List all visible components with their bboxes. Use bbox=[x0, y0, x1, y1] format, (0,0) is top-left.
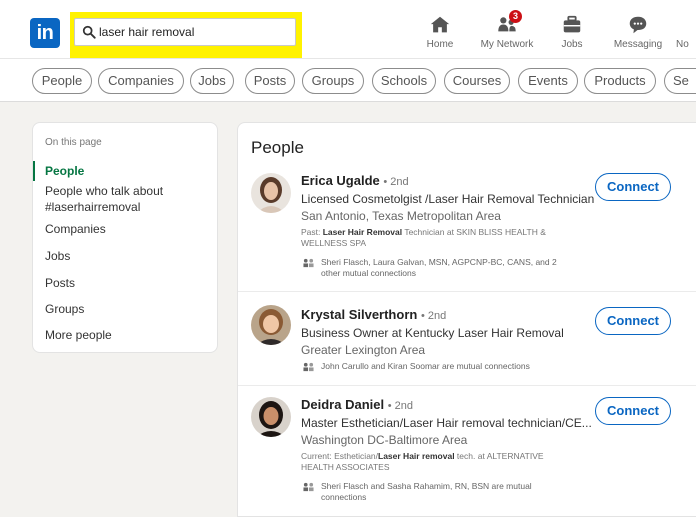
person-location: Washington DC-Baltimore Area bbox=[301, 433, 468, 447]
home-icon bbox=[430, 16, 450, 33]
connect-button[interactable]: Connect bbox=[595, 307, 671, 335]
filter-people[interactable]: People bbox=[32, 68, 92, 94]
network-badge: 3 bbox=[509, 10, 522, 23]
filter-courses[interactable]: Courses bbox=[444, 68, 510, 94]
sidebar-item-people-who-talk[interactable]: People who talk about #laserhairremoval bbox=[45, 183, 205, 215]
nav-home-label: Home bbox=[426, 39, 454, 50]
avatar[interactable] bbox=[251, 305, 291, 345]
person-headline: Business Owner at Kentucky Laser Hair Re… bbox=[301, 326, 564, 340]
connection-degree: • 2nd bbox=[387, 400, 413, 412]
filter-companies[interactable]: Companies bbox=[98, 68, 184, 94]
result-name-line: Krystal Silverthorn • 2nd bbox=[301, 307, 446, 322]
person-location: Greater Lexington Area bbox=[301, 343, 426, 357]
connect-button[interactable]: Connect bbox=[595, 397, 671, 425]
linkedin-logo[interactable]: in bbox=[30, 18, 60, 48]
results-title: People bbox=[251, 138, 304, 157]
connect-button[interactable]: Connect bbox=[595, 173, 671, 201]
nav-jobs[interactable]: Jobs bbox=[556, 14, 588, 54]
mutual-connections[interactable]: Sheri Flasch and Sasha Rahamim, RN, BSN … bbox=[301, 481, 571, 503]
mutual-connections-text: Sheri Flasch, Laura Galvan, MSN, AGPCNP-… bbox=[321, 257, 557, 278]
person-name[interactable]: Krystal Silverthorn bbox=[301, 307, 417, 322]
nav-my-network[interactable]: 3 My Network bbox=[476, 10, 538, 54]
result-item: Krystal Silverthorn • 2nd Business Owner… bbox=[238, 305, 696, 385]
person-headline: Master Esthetician/Laser Hair removal te… bbox=[301, 416, 592, 430]
nav-notifications[interactable]: No bbox=[676, 14, 696, 54]
sidebar-item-people[interactable]: People bbox=[45, 163, 84, 179]
person-snippet: Past: Laser Hair Removal Technician at S… bbox=[301, 227, 571, 249]
on-this-page-heading: On this page bbox=[45, 137, 102, 148]
search-box[interactable] bbox=[74, 18, 296, 46]
result-item: Erica Ugalde • 2nd Licensed Cosmetolgist… bbox=[238, 171, 696, 291]
person-headline: Licensed Cosmetolgist /Laser Hair Remova… bbox=[301, 192, 595, 206]
connection-degree: • 2nd bbox=[420, 310, 447, 322]
mutual-connections-text: John Carullo and Kiran Soomar are mutual… bbox=[321, 361, 530, 371]
sidebar-item-groups[interactable]: Groups bbox=[45, 301, 84, 317]
person-snippet: Current: Esthetician/Laser Hair removal … bbox=[301, 451, 571, 473]
nav-messaging[interactable]: Messaging bbox=[610, 14, 666, 54]
snippet-prefix: Past: bbox=[301, 227, 323, 237]
nav-messaging-label: Messaging bbox=[613, 39, 663, 50]
mutual-connections[interactable]: John Carullo and Kiran Soomar are mutual… bbox=[301, 361, 591, 372]
result-divider bbox=[238, 291, 696, 292]
messaging-icon bbox=[629, 16, 647, 34]
avatar[interactable] bbox=[251, 397, 291, 437]
result-item: Deidra Daniel • 2nd Master Esthetician/L… bbox=[238, 397, 696, 517]
sidebar-item-posts[interactable]: Posts bbox=[45, 275, 75, 291]
mutual-connections-icon bbox=[303, 482, 314, 492]
snippet-highlight: Laser Hair Removal bbox=[322, 227, 403, 237]
filter-events[interactable]: Events bbox=[518, 68, 578, 94]
filter-schools[interactable]: Schools bbox=[372, 68, 436, 94]
avatar[interactable] bbox=[251, 173, 291, 213]
search-input[interactable] bbox=[99, 22, 291, 42]
notifications-icon bbox=[676, 14, 696, 36]
mutual-connections-icon bbox=[303, 258, 314, 268]
on-this-page-card: On this page People People who talk abou… bbox=[32, 122, 218, 353]
search-filters: People Companies Jobs Posts Groups Schoo… bbox=[0, 58, 696, 102]
briefcase-icon bbox=[563, 15, 581, 33]
filter-posts[interactable]: Posts bbox=[245, 68, 295, 94]
nav-my-network-label: My Network bbox=[480, 39, 534, 50]
result-name-line: Deidra Daniel • 2nd bbox=[301, 397, 413, 412]
active-indicator bbox=[33, 161, 35, 181]
sidebar-item-more-people[interactable]: More people bbox=[45, 327, 112, 343]
person-location: San Antonio, Texas Metropolitan Area bbox=[301, 209, 501, 223]
person-name[interactable]: Erica Ugalde bbox=[301, 173, 380, 188]
connection-degree: • 2nd bbox=[383, 176, 409, 188]
people-results-card: People Erica Ugalde • 2nd Licensed Cosme… bbox=[237, 122, 696, 517]
filter-services[interactable]: Se bbox=[664, 68, 696, 94]
global-nav: in Home 3 My Network bbox=[0, 0, 696, 58]
snippet-prefix: Current: Esthetician/ bbox=[301, 451, 379, 461]
person-name[interactable]: Deidra Daniel bbox=[301, 397, 384, 412]
nav-home[interactable]: Home bbox=[422, 14, 458, 54]
filter-products[interactable]: Products bbox=[584, 68, 656, 94]
result-name-line: Erica Ugalde • 2nd bbox=[301, 173, 409, 188]
sidebar-item-companies[interactable]: Companies bbox=[45, 221, 106, 237]
network-icon: 3 bbox=[496, 10, 522, 36]
nav-notifications-label: No bbox=[676, 39, 689, 50]
mutual-connections[interactable]: Sheri Flasch, Laura Galvan, MSN, AGPCNP-… bbox=[301, 257, 571, 279]
snippet-highlight: Laser Hair removal bbox=[378, 451, 455, 461]
sidebar-item-jobs[interactable]: Jobs bbox=[45, 248, 70, 264]
result-divider bbox=[238, 385, 696, 386]
filter-groups[interactable]: Groups bbox=[302, 68, 364, 94]
nav-jobs-label: Jobs bbox=[561, 39, 583, 50]
search-icon bbox=[82, 25, 96, 39]
mutual-connections-icon bbox=[303, 362, 314, 372]
mutual-connections-text: Sheri Flasch and Sasha Rahamim, RN, BSN … bbox=[321, 481, 532, 502]
filter-jobs[interactable]: Jobs bbox=[190, 68, 234, 94]
